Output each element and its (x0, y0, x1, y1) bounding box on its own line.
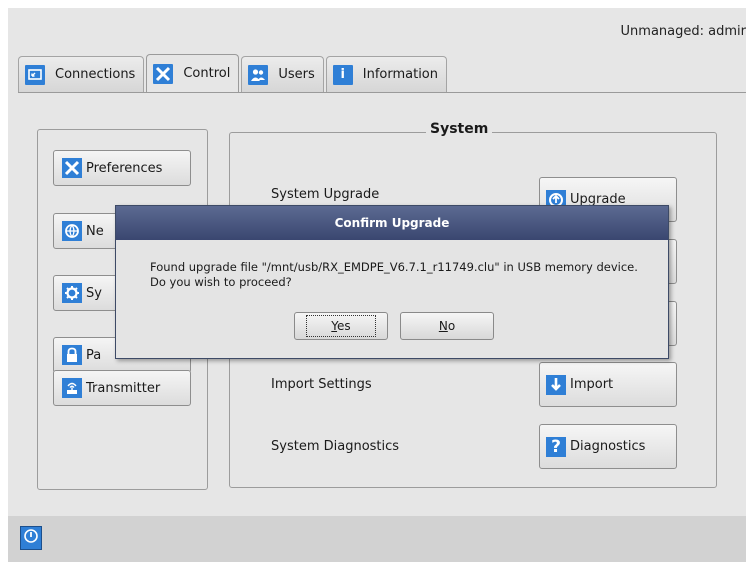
users-icon (248, 64, 269, 85)
power-menu-button[interactable] (20, 526, 42, 550)
tab-label: Information (362, 67, 439, 82)
import-icon (546, 374, 566, 395)
tools-icon (62, 158, 82, 178)
tab-bar: Connections Control Users i Information (18, 54, 449, 92)
system-group-title: System (426, 121, 493, 137)
system-diagnostics-label: System Diagnostics (271, 439, 400, 454)
button-label: Transmitter (86, 380, 161, 396)
tab-label: Users (278, 67, 315, 82)
user-status: Unmanaged: admir (620, 24, 746, 39)
connections-icon (25, 64, 45, 85)
gear-icon (62, 283, 82, 303)
yes-rest: es (337, 319, 351, 333)
dialog-message-line2: Do you wish to proceed? (150, 275, 292, 289)
tab-label: Connections (55, 67, 136, 82)
tab-information[interactable]: i Information (325, 56, 448, 92)
app-window: Unmanaged: admir Connections Control Use… (8, 8, 746, 562)
dialog-message: Found upgrade file "/mnt/usb/RX_EMDPE_V6… (150, 260, 638, 290)
system-upgrade-label: System Upgrade (271, 187, 380, 202)
info-icon: i (332, 64, 353, 85)
power-icon (23, 528, 39, 548)
button-label: Sy (86, 285, 102, 301)
import-settings-label: Import Settings (271, 377, 372, 392)
button-label: Import (570, 377, 614, 392)
no-button[interactable]: No (400, 312, 494, 340)
tab-control[interactable]: Control (146, 54, 240, 92)
no-rest: o (447, 319, 456, 333)
network-icon (62, 221, 82, 241)
tools-icon (153, 63, 174, 84)
lock-icon (62, 345, 82, 365)
button-label: Pa (86, 347, 102, 363)
tab-label: Control (183, 66, 231, 81)
dialog-title: Confirm Upgrade (116, 206, 668, 240)
import-button[interactable]: Import (539, 362, 677, 407)
button-label: Preferences (86, 160, 163, 176)
transmitter-button[interactable]: Transmitter (53, 370, 191, 406)
button-label: Diagnostics (570, 439, 646, 454)
yes-button-focus: Yes (306, 315, 376, 337)
button-label: Ne (86, 223, 104, 239)
dialog-message-line1: Found upgrade file "/mnt/usb/RX_EMDPE_V6… (150, 260, 638, 274)
diagnostics-button[interactable]: ? Diagnostics (539, 424, 677, 469)
tab-content-border (18, 92, 746, 93)
tab-connections[interactable]: Connections (18, 56, 145, 92)
tab-users[interactable]: Users (241, 56, 324, 92)
preferences-button[interactable]: Preferences (53, 150, 191, 186)
transmitter-icon (62, 378, 82, 398)
help-icon: ? (546, 436, 566, 457)
confirm-upgrade-dialog: Confirm Upgrade Found upgrade file "/mnt… (115, 205, 669, 359)
yes-button[interactable]: Yes (294, 312, 388, 340)
bottom-bar (8, 516, 746, 562)
no-mnemonic: N (438, 319, 448, 333)
